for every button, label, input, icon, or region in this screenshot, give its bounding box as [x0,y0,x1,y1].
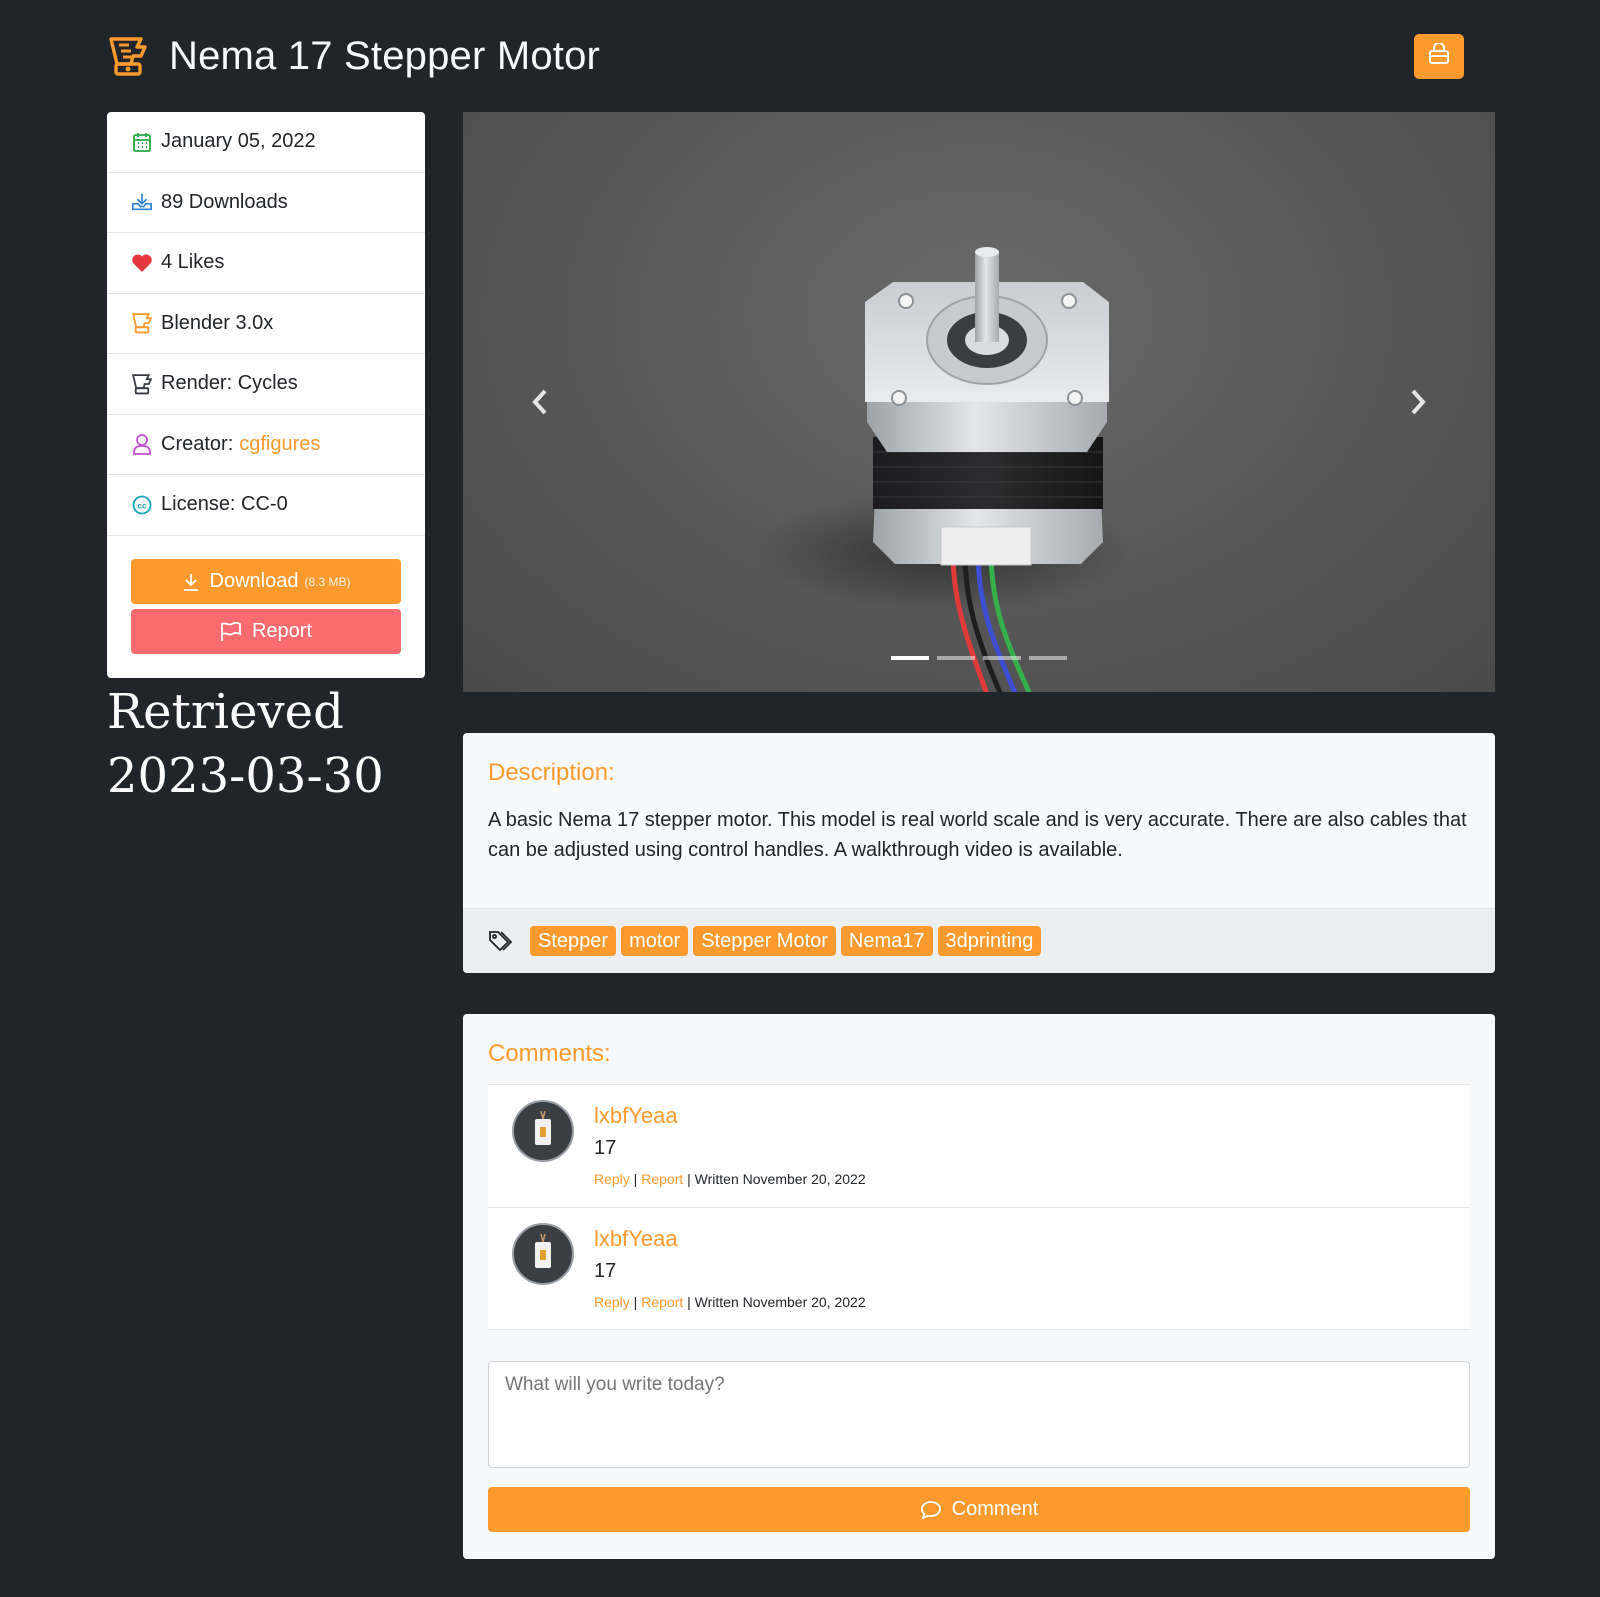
chevron-left-icon [532,389,547,415]
report-comment-link[interactable]: Report [641,1171,683,1187]
download-button[interactable]: Download (8.3 MB) [131,559,401,604]
avatar[interactable] [512,1223,574,1285]
page-title: Nema 17 Stepper Motor [169,33,601,78]
creator-label: Creator: [161,432,234,455]
stepper-motor-image [753,247,1133,692]
svg-text:cc: cc [138,501,147,510]
info-creator: Creator: cgfigures [107,415,425,475]
comment-body: 17 [594,1260,617,1282]
download-tray-icon [131,191,153,213]
comment-textarea[interactable] [488,1361,1470,1468]
comment-meta: Reply | Report | Written November 20, 20… [594,1171,866,1187]
carousel-next-button[interactable] [1403,382,1433,422]
render-engine-icon [131,373,153,395]
info-software-text: Blender 3.0x [161,311,274,334]
comment-item: lxbfYeaa 17 Reply | Report | Written Nov… [488,1207,1470,1330]
report-button-label: Report [251,620,313,642]
info-license-text: License: CC-0 [161,493,288,516]
user-icon [131,433,153,456]
comment-username[interactable]: lxbfYeaa [594,1226,678,1252]
download-size: (8.3 MB) [304,574,351,589]
tag[interactable]: Stepper [530,926,617,956]
speech-bubble-icon [920,1500,941,1520]
carousel-indicator[interactable] [891,656,929,660]
carousel-previous-button[interactable] [525,382,555,422]
tags-bar: Stepper motor Stepper Motor Nema17 3dpri… [463,908,1495,973]
creator-link[interactable]: cgfigures [239,433,320,456]
comment-body: 17 [594,1137,617,1159]
info-downloads-text: 89 Downloads [161,190,288,213]
info-render-text: Render: Cycles [161,372,298,395]
download-button-label: Download [209,570,299,592]
comment-username[interactable]: lxbfYeaa [594,1103,678,1129]
info-software: Blender 3.0x [107,294,425,354]
blender-icon [131,312,153,334]
tag[interactable]: motor [621,926,689,956]
reply-link[interactable]: Reply [594,1171,630,1187]
image-carousel[interactable] [463,112,1495,692]
calendar-icon [131,131,153,153]
blender-icon [107,35,149,77]
creative-commons-icon: cc [131,494,153,516]
model-info-card: January 05, 2022 89 Downloads 4 Likes Bl… [107,112,425,678]
tags-icon [488,930,514,952]
chevron-right-icon [1411,389,1426,415]
flag-icon [221,621,241,641]
tag[interactable]: Nema17 [840,926,933,956]
heart-icon [131,252,153,274]
comments-card: Comments: lxbfYeaa 17 Reply | Report | W… [463,1014,1495,1559]
reply-link[interactable]: Reply [594,1294,630,1310]
description-card: Description: A basic Nema 17 stepper mot… [463,733,1495,973]
info-downloads: 89 Downloads [107,173,425,233]
comment-list: lxbfYeaa 17 Reply | Report | Written Nov… [488,1084,1470,1330]
avatar[interactable] [512,1100,574,1162]
carousel-indicator[interactable] [937,656,975,660]
comment-meta: Reply | Report | Written November 20, 20… [594,1294,866,1310]
page-header: Nema 17 Stepper Motor [107,28,1464,84]
comment-submit-label: Comment [951,1498,1039,1520]
info-likes: 4 Likes [107,233,425,294]
tag[interactable]: 3dprinting [937,926,1042,956]
info-render: Render: Cycles [107,354,425,415]
tag[interactable]: Stepper Motor [693,926,836,956]
comments-heading: Comments: [488,1040,611,1067]
report-comment-link[interactable]: Report [641,1294,683,1310]
carousel-indicators [463,656,1495,660]
carousel-indicator[interactable] [1029,656,1067,660]
info-date-text: January 05, 2022 [161,130,316,153]
carousel-indicator[interactable] [983,656,1021,660]
info-license: cc License: CC-0 [107,475,425,536]
basket-button[interactable] [1414,34,1464,79]
comment-item: lxbfYeaa 17 Reply | Report | Written Nov… [488,1084,1470,1207]
info-date: January 05, 2022 [107,112,425,173]
retrieved-date-note: Retrieved 2023-03-30 [107,684,384,804]
download-icon [183,573,198,591]
comment-submit-button[interactable]: Comment [488,1487,1470,1532]
report-button[interactable]: Report [131,609,401,654]
comment-date: Written November 20, 2022 [694,1294,866,1310]
comment-date: Written November 20, 2022 [694,1171,866,1187]
description-heading: Description: [488,759,615,786]
description-text: A basic Nema 17 stepper motor. This mode… [488,809,1467,861]
info-likes-text: 4 Likes [161,251,225,274]
basket-icon [1428,42,1450,70]
